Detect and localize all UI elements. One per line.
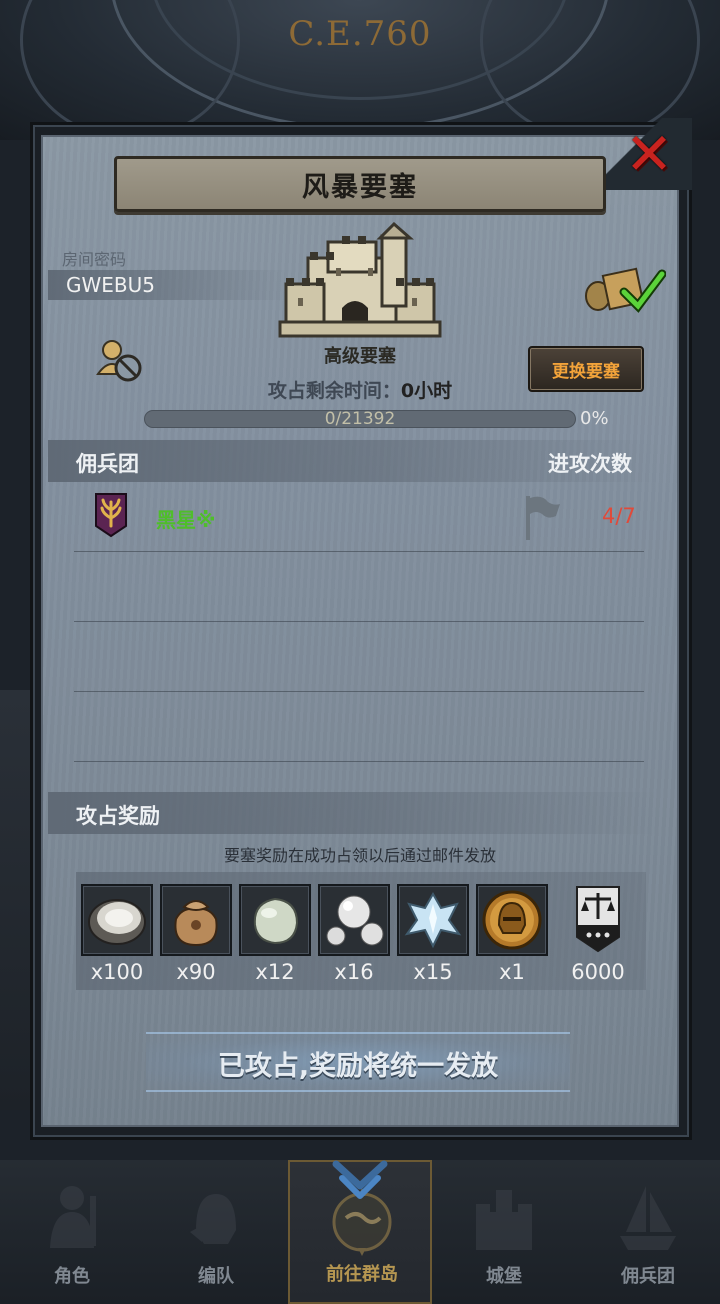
background-side-strip: [0, 690, 34, 1110]
reward-item-oyster[interactable]: x100: [81, 884, 153, 984]
reward-slot: [81, 884, 153, 956]
era-label: C.E.760: [288, 14, 432, 54]
helmet-icon: [190, 1194, 236, 1244]
room-code[interactable]: GWEBU5: [66, 273, 155, 297]
nav-label: 城堡: [486, 1266, 522, 1287]
flag-icon: [526, 496, 560, 540]
knight-icon: [50, 1186, 96, 1248]
reward-slot: [160, 884, 232, 956]
helmet-coin-icon: [482, 890, 542, 950]
reward-item-pearl[interactable]: x16: [318, 884, 390, 984]
reward-item-sack[interactable]: x90: [160, 884, 232, 984]
change-fortress-button[interactable]: 更换要塞: [528, 346, 644, 392]
ship-icon: [620, 1186, 676, 1250]
nav-label: 前往群岛: [326, 1264, 398, 1285]
title-banner: 风暴要塞: [114, 156, 606, 212]
pearl-icon: [326, 895, 384, 946]
mercenary-row[interactable]: 黑星※ 4/7: [74, 482, 644, 552]
occupy-progress-bar: 0/21392: [144, 409, 576, 429]
scales-banner-icon: [576, 886, 620, 953]
reward-slot: [562, 884, 634, 956]
nav-item-castle[interactable]: 城堡: [432, 1160, 576, 1304]
reward-item-crystal[interactable]: x15: [397, 884, 469, 984]
reward-qty: 6000: [571, 960, 625, 984]
nav-label: 角色: [54, 1266, 90, 1287]
close-button[interactable]: ✕: [606, 118, 692, 190]
reward-claimed-icon[interactable]: [584, 262, 666, 314]
nav-label: 编队: [198, 1266, 234, 1287]
reward-qty: x15: [413, 960, 453, 984]
reward-slot: [476, 884, 548, 956]
close-icon: ✕: [624, 120, 674, 188]
reward-slot: [318, 884, 390, 956]
reward-qty: x100: [90, 960, 144, 984]
castle-icon: [476, 1190, 532, 1250]
crystal-icon: [404, 891, 462, 949]
reward-qty: x1: [499, 960, 525, 984]
no-mercenary-icon[interactable]: [96, 338, 144, 384]
nav-item-character[interactable]: 角色: [0, 1160, 144, 1304]
reward-header: 攻占奖励: [76, 804, 160, 828]
occupy-time-value: 0小时: [400, 380, 453, 402]
mercenary-header: 佣兵团: [76, 452, 139, 476]
fortress-type: 高级要塞: [324, 346, 396, 367]
mercenary-name: 黑星※: [156, 508, 216, 532]
oyster-icon: [88, 899, 146, 945]
sack-icon: [174, 900, 218, 947]
occupy-time: 攻占剩余时间：0小时: [200, 376, 520, 403]
occupy-time-label: 攻占剩余时间：: [267, 380, 401, 402]
change-fortress-label: 更换要塞: [552, 361, 620, 382]
attack-count: 4/7: [602, 504, 636, 528]
nav-item-mercenary[interactable]: 佣兵团: [576, 1160, 720, 1304]
reward-item-stone[interactable]: x12: [239, 884, 311, 984]
reward-item-scales-banner[interactable]: 6000: [562, 884, 634, 984]
reward-qty: x12: [255, 960, 295, 984]
reward-qty: x16: [334, 960, 374, 984]
attacks-header: 进攻次数: [548, 452, 632, 476]
nav-item-formation[interactable]: 编队: [144, 1160, 288, 1304]
fortress-castle-icon: [278, 222, 442, 338]
mercenary-row-empty: [74, 552, 644, 622]
stone-icon: [253, 897, 299, 945]
dialog-title: 风暴要塞: [302, 171, 418, 203]
reward-note: 要塞奖励在成功占领以后通过邮件发放: [223, 846, 496, 865]
room-code-label: 房间密码: [62, 250, 127, 269]
chevron-down-icon: [332, 1160, 388, 1199]
reward-item-helmet-coin[interactable]: x1: [476, 884, 548, 984]
progress-percent: 0%: [580, 408, 609, 429]
reward-qty: x90: [176, 960, 216, 984]
wheat-banner-icon: [95, 493, 127, 538]
nav-label: 佣兵团: [621, 1266, 675, 1287]
status-text: 已攻占,奖励将统一发放: [217, 1051, 499, 1082]
reward-slot: [239, 884, 311, 956]
mercenary-row-empty: [74, 692, 644, 762]
reward-slot: [397, 884, 469, 956]
mercenary-row-empty: [74, 622, 644, 692]
progress-text: 0/21392: [324, 409, 396, 429]
